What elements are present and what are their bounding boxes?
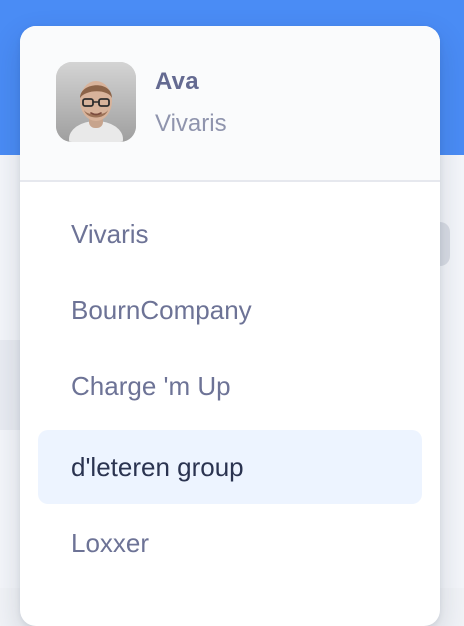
company-item-label: BournCompany	[71, 294, 252, 325]
company-item-label: Loxxer	[71, 527, 150, 558]
company-item-loxxer[interactable]: Loxxer	[38, 506, 422, 580]
company-item-bourncompany[interactable]: BournCompany	[38, 273, 422, 347]
company-switcher-dropdown: Ava Vivaris Vivaris BournCompany Charge …	[20, 26, 440, 626]
company-item-dleteren-group[interactable]: d'leteren group	[38, 430, 422, 504]
company-item-vivaris[interactable]: Vivaris	[38, 197, 422, 271]
avatar	[56, 62, 136, 142]
current-company: Vivaris	[155, 110, 227, 137]
company-item-label: Vivaris	[71, 218, 149, 249]
company-item-charge-m-up[interactable]: Charge 'm Up	[38, 349, 422, 423]
company-item-label: d'leteren group	[71, 451, 244, 482]
user-avatar-icon	[56, 62, 136, 142]
profile-header: Ava Vivaris	[20, 26, 440, 182]
company-item-label: Charge 'm Up	[71, 370, 231, 401]
user-name: Ava	[155, 68, 199, 95]
